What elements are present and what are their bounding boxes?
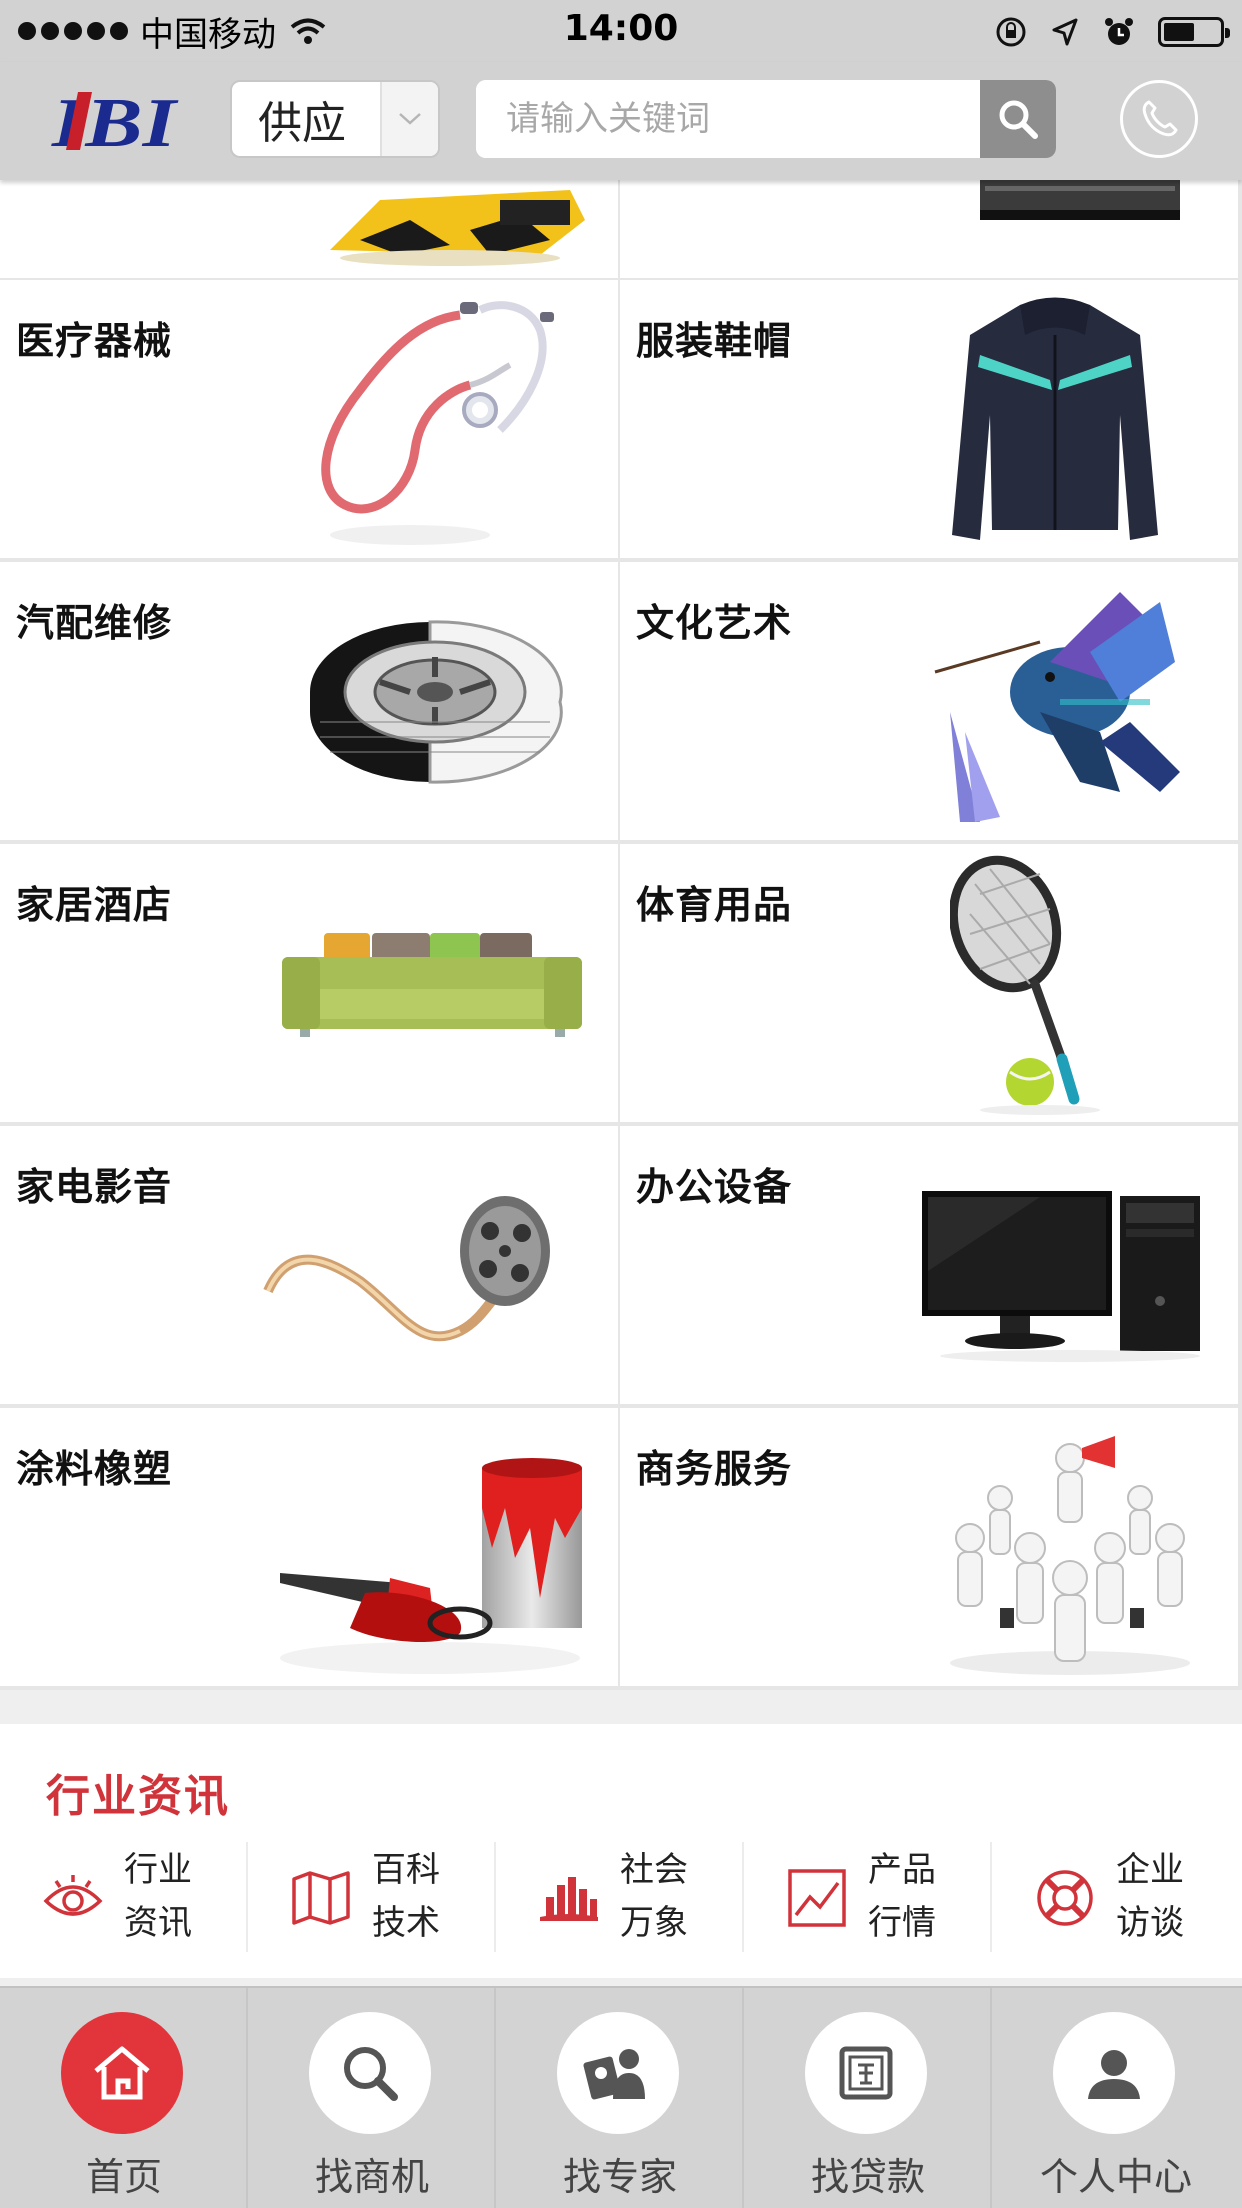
category-cell[interactable]: 家居酒店 [0, 844, 618, 1122]
category-cell[interactable]: 办公设备 [620, 1126, 1238, 1404]
lifebuoy-icon [1037, 1870, 1093, 1926]
category-cell[interactable]: 服装鞋帽 [620, 280, 1238, 558]
category-cell[interactable]: 商务服务 [620, 1408, 1238, 1686]
location-arrow-icon [1052, 18, 1078, 46]
tab-find-opportunity[interactable]: 找商机 [248, 1988, 496, 2208]
yellow-machine-image [330, 190, 585, 266]
category-label: 服装鞋帽 [636, 319, 793, 363]
news-item-enterprise-interview[interactable]: 企业 访谈 [992, 1842, 1240, 1952]
industry-news-section: 行业资讯 行业 资讯 百科 技术 社会 万象 产品 行情 企业 访谈 [0, 1724, 1242, 1978]
news-item-label: 社会 万象 [620, 1850, 688, 1943]
category-cell[interactable]: 涂料橡塑 [0, 1408, 618, 1686]
news-item-product-market[interactable]: 产品 行情 [744, 1842, 992, 1952]
category-label: 文化艺术 [636, 601, 793, 645]
category-label: 办公设备 [636, 1165, 793, 1209]
tab-icon-circle [557, 2012, 679, 2134]
battery-icon [1158, 17, 1230, 47]
tennis-racket-image [950, 855, 1100, 1115]
news-item-industry-news[interactable]: 行业 资讯 [0, 1842, 248, 1952]
search-icon [999, 100, 1038, 139]
map-icon [292, 1871, 350, 1925]
news-item-label: 产品 行情 [868, 1850, 936, 1943]
top-header: IBI 供应 [0, 62, 1242, 180]
category-cell-top-left[interactable] [0, 180, 618, 278]
tab-find-loan[interactable]: 找贷款 [744, 1988, 992, 2208]
category-label: 商务服务 [636, 1447, 793, 1491]
home-icon [94, 2046, 150, 2100]
status-bar: 中国移动 14:00 [0, 0, 1242, 62]
category-label: 家居酒店 [16, 883, 173, 927]
category-label: 家电影音 [16, 1165, 173, 1209]
tab-label: 找专家 [562, 2155, 677, 2199]
rotation-lock-icon [996, 17, 1026, 47]
eye-icon [43, 1875, 103, 1916]
film-reel-image [263, 1196, 550, 1342]
phone-icon [1142, 100, 1178, 137]
expert-icon [583, 2049, 645, 2100]
section-title: 行业资讯 [46, 1771, 230, 1822]
status-right [994, 10, 1230, 54]
tab-personal-center[interactable]: 个人中心 [992, 1988, 1240, 2208]
tab-find-expert[interactable]: 找专家 [496, 1988, 744, 2208]
news-item-label: 行业 资讯 [124, 1850, 192, 1943]
supply-type-select[interactable]: 供应 [230, 80, 440, 158]
black-device-image [980, 180, 1180, 220]
tab-label: 找贷款 [810, 2155, 925, 2199]
svg-text:IBI: IBI [51, 85, 180, 162]
paint-bucket-image [280, 1458, 582, 1674]
search-icon [344, 2047, 398, 2101]
tab-icon-circle [805, 2012, 927, 2134]
city-icon [540, 1877, 598, 1921]
user-icon [1088, 2050, 1140, 2099]
sofa-image [282, 933, 582, 1037]
tab-icon-circle [309, 2012, 431, 2134]
category-grid: 医疗器械 服装鞋帽 汽配维修 文化艺术 家居酒店 体育用品 家电影音 办公设备 … [0, 180, 1242, 1690]
chevron-down-icon [380, 82, 438, 156]
category-label: 医疗器械 [16, 319, 173, 363]
jacket-image [952, 297, 1158, 540]
category-cell-top-right[interactable] [620, 180, 1238, 278]
ibi-logo[interactable]: IBI [50, 82, 180, 162]
category-label: 体育用品 [636, 883, 793, 927]
news-category-list: 行业 资讯 百科 技术 社会 万象 产品 行情 企业 访谈 [0, 1842, 1242, 1952]
tab-label: 首页 [85, 2155, 162, 2199]
category-cell[interactable]: 家电影音 [0, 1126, 618, 1404]
category-cell[interactable]: 医疗器械 [0, 280, 618, 558]
computer-image [922, 1191, 1200, 1362]
tab-label: 找商机 [314, 2155, 429, 2199]
tab-icon-circle [61, 2012, 183, 2134]
tab-label: 个人中心 [1039, 2155, 1192, 2199]
supply-type-value: 供应 [258, 98, 346, 149]
category-cell[interactable]: 体育用品 [620, 844, 1238, 1122]
news-item-encyclopedia[interactable]: 百科 技术 [248, 1842, 496, 1952]
safe-icon [839, 2046, 893, 2100]
alarm-clock-icon [1105, 18, 1133, 45]
tire-image [310, 620, 563, 784]
search-input[interactable] [476, 80, 980, 158]
tab-icon-circle [1053, 2012, 1175, 2134]
bottom-tab-bar: 首页 找商机 找专家 找贷款 个人中心 [0, 1986, 1242, 2208]
stethoscope-image [321, 301, 554, 545]
category-cell[interactable]: 文化艺术 [620, 562, 1238, 840]
tab-home[interactable]: 首页 [0, 1988, 248, 2208]
search-button[interactable] [980, 80, 1056, 158]
trend-chart-icon [788, 1869, 846, 1927]
category-cell[interactable]: 汽配维修 [0, 562, 618, 840]
app-root: 中国移动 14:00 IBI 供应 请输入关键词 医疗器械 服装鞋帽 汽配维修 … [0, 0, 1242, 2208]
news-item-label: 企业 访谈 [1116, 1850, 1184, 1943]
call-button[interactable] [1120, 80, 1198, 158]
category-label: 汽配维修 [16, 601, 173, 645]
business-people-image [950, 1436, 1190, 1675]
category-label: 涂料橡塑 [16, 1447, 173, 1491]
hummingbird-image [934, 592, 1180, 822]
search-box [476, 80, 1056, 158]
news-item-label: 百科 技术 [372, 1850, 440, 1943]
news-item-society[interactable]: 社会 万象 [496, 1842, 744, 1952]
